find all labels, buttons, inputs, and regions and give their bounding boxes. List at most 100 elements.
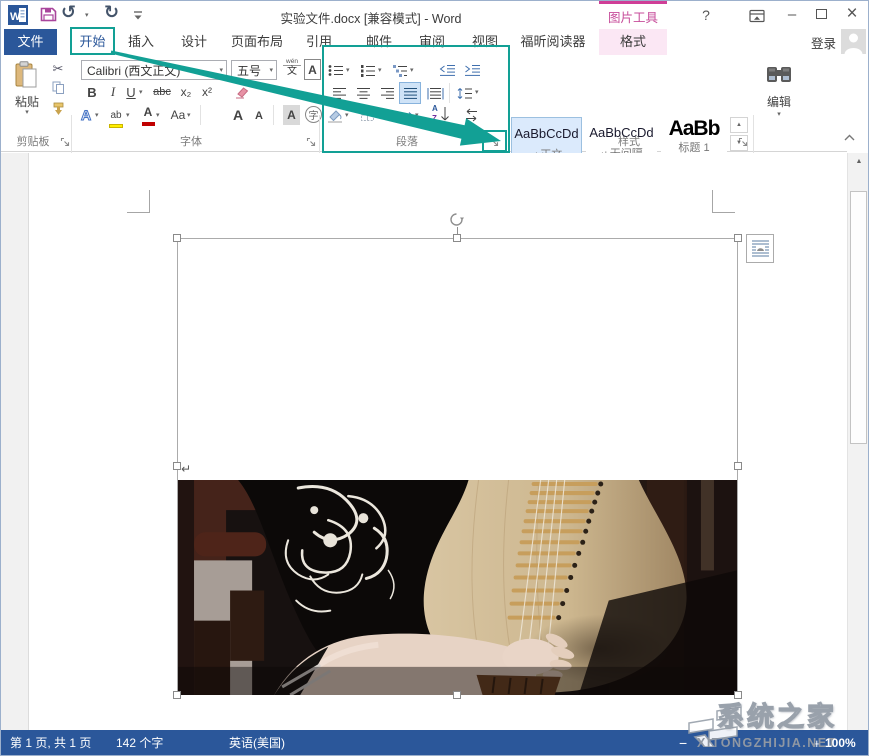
tab-design[interactable]: 设计 [174,29,214,55]
align-right-button[interactable] [377,83,397,103]
tab-picture-format[interactable]: 格式 [599,29,667,55]
font-dialog-launcher[interactable] [305,136,317,148]
character-scaling-dropdown-icon[interactable]: ▾ [415,112,419,119]
language-indicator[interactable]: 英语(美国) [229,730,285,756]
subscript-button[interactable]: x₂ [177,82,195,102]
italic-button[interactable]: I [105,82,121,102]
increase-indent-button[interactable] [462,61,482,79]
numbering-dropdown-icon[interactable]: ▾ [378,67,382,74]
strikethrough-button[interactable]: abc [151,82,173,102]
shading-button[interactable] [325,105,345,125]
bold-button[interactable]: B [83,82,101,102]
underline-button[interactable]: U [123,82,139,102]
help-button[interactable]: ? [695,4,717,26]
zoom-out-button[interactable]: − [679,730,687,756]
avatar[interactable] [841,29,866,54]
resize-handle-mid-left[interactable] [173,462,181,470]
zoom-level[interactable]: 100% [825,730,856,756]
multilevel-list-button[interactable] [391,61,409,79]
save-icon[interactable] [40,6,57,23]
show-marks-button[interactable] [461,105,481,125]
borders-button[interactable] [357,105,377,125]
tab-foxit-reader[interactable]: 福昕阅读器 [513,29,593,55]
highlight-dropdown-icon[interactable]: ▾ [126,112,130,119]
resize-handle-top-left[interactable] [173,234,181,242]
line-spacing-button[interactable] [455,83,475,103]
close-button[interactable]: × [839,1,865,27]
multilevel-dropdown-icon[interactable]: ▾ [410,67,414,74]
grow-font-button[interactable]: A [229,104,247,126]
change-case-dropdown-icon[interactable]: ▾ [187,112,191,119]
page-indicator[interactable]: 第 1 页, 共 1 页 [10,730,91,756]
undo-icon[interactable]: ↺ [61,2,76,23]
rotate-handle[interactable] [449,212,464,227]
document-image[interactable] [178,480,737,695]
character-scaling-button[interactable] [389,105,415,125]
justify-button[interactable] [399,82,421,104]
character-border-button[interactable]: A [304,59,321,80]
resize-handle-top-right[interactable] [734,234,742,242]
clear-formatting-button[interactable] [229,83,251,101]
resize-handle-bottom-mid[interactable] [453,691,461,699]
tab-review[interactable]: 审阅 [412,29,452,55]
redo-icon[interactable]: ↻ [104,2,119,23]
font-size-dropdown-icon[interactable]: ▾ [269,67,273,74]
numbering-button[interactable] [359,61,377,79]
tab-page-layout[interactable]: 页面布局 [223,29,291,55]
editing-group-button[interactable]: 编辑 ▾ [757,61,801,127]
ribbon-display-options-button[interactable] [745,6,769,26]
resize-handle-bottom-right[interactable] [734,691,742,699]
format-painter-button[interactable] [49,100,67,117]
text-effects-dropdown-icon[interactable]: ▾ [95,112,99,119]
undo-dropdown-icon[interactable]: ▾ [85,12,89,19]
distribute-button[interactable] [425,83,445,103]
tab-references[interactable]: 引用 [299,29,339,55]
character-shading-button[interactable]: A [283,105,300,125]
qat-customize-icon[interactable] [133,10,143,20]
tab-view[interactable]: 视图 [465,29,505,55]
underline-dropdown-icon[interactable]: ▾ [139,89,143,96]
superscript-button[interactable]: x² [198,82,216,102]
font-color-dropdown-icon[interactable]: ▾ [156,112,160,119]
layout-options-button[interactable] [746,234,774,263]
copy-button[interactable] [49,80,67,96]
clipboard-dialog-launcher[interactable] [59,136,71,148]
resize-handle-top-mid[interactable] [453,234,461,242]
tab-home[interactable]: 开始 [72,29,113,55]
word-count[interactable]: 142 个字 [116,730,163,756]
align-center-button[interactable] [353,83,373,103]
resize-handle-bottom-left[interactable] [173,691,181,699]
font-name-combo[interactable]: Calibri (西文正文)▾ [81,60,227,80]
phonetic-guide-button[interactable]: wén 文 [283,58,301,82]
zoom-in-button[interactable]: + [813,730,821,756]
signin-link[interactable]: 登录 [811,33,836,52]
vertical-scrollbar[interactable]: ▲ [847,153,869,730]
shading-dropdown-icon[interactable]: ▾ [345,112,349,119]
tab-mailings[interactable]: 邮件 [359,29,399,55]
align-left-button[interactable] [329,83,349,103]
minimize-button[interactable]: – [780,2,804,26]
highlight-button[interactable]: ab [107,105,125,125]
decrease-indent-button[interactable] [437,61,457,79]
maximize-button[interactable] [809,2,833,26]
scroll-thumb[interactable] [850,191,867,444]
collapse-ribbon-button[interactable] [843,133,856,142]
shrink-font-button[interactable]: A [251,106,267,126]
scroll-up-button[interactable]: ▲ [848,153,869,170]
font-color-button[interactable]: A [140,103,156,125]
styles-scroll-up-button[interactable]: ▲ [730,117,748,133]
word-logo-icon[interactable]: W [8,5,28,25]
paste-button[interactable]: 粘贴 ▾ [7,59,47,121]
bullets-button[interactable] [327,61,345,79]
tab-insert[interactable]: 插入 [121,29,161,55]
resize-handle-mid-right[interactable] [734,462,742,470]
font-size-combo[interactable]: 五号▾ [231,60,277,80]
text-effects-button[interactable]: A [77,104,95,126]
font-name-dropdown-icon[interactable]: ▾ [219,67,223,74]
bullets-dropdown-icon[interactable]: ▾ [346,67,350,74]
tab-file[interactable]: 文件 [4,29,57,55]
paragraph-dialog-launcher[interactable] [488,136,500,148]
cut-button[interactable]: ✂ [49,61,67,77]
styles-dialog-launcher[interactable] [737,136,749,148]
change-case-button[interactable]: Aa [168,104,188,126]
